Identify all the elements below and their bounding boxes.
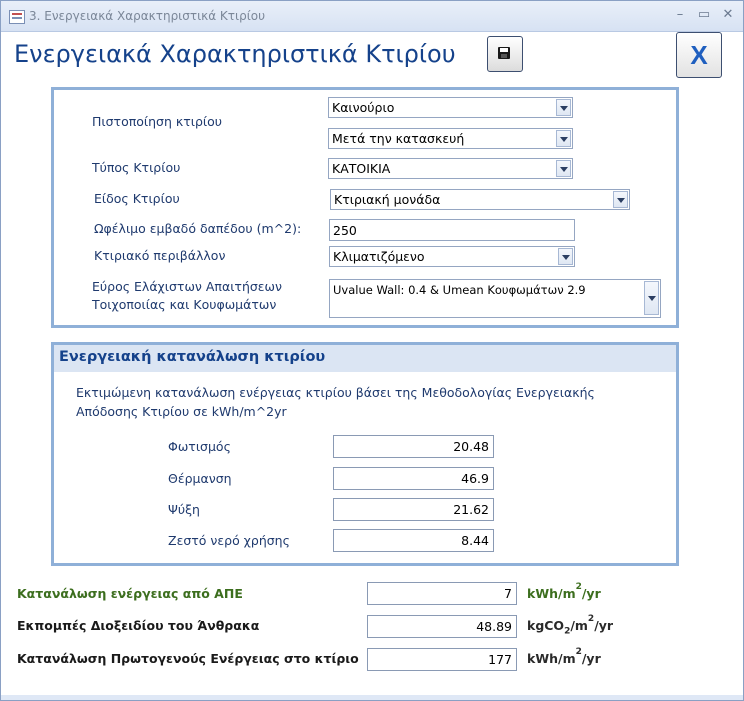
form-window: 3. Ενεργειακά Χαρακτηριστικά Κτιρίου – ▭…	[0, 0, 744, 701]
window-title: 3. Ενεργειακά Χαρακτηριστικά Κτιρίου	[29, 9, 266, 23]
restore-icon[interactable]: ▭	[693, 5, 715, 25]
cooling-label: Ψύξη	[168, 502, 200, 517]
building-info-section: Πιστοποίηση κτιρίου Καινούριο Μετά την κ…	[51, 87, 679, 328]
primary-energy-label: Κατανάλωση Πρωτογενούς Ενέργειας στο κτί…	[17, 651, 359, 666]
building-kind-combo[interactable]: Κτιριακή μονάδα	[330, 189, 630, 210]
chevron-down-icon[interactable]	[556, 130, 571, 147]
hot-water-value: 8.44	[461, 533, 489, 548]
form-body: Πιστοποίηση κτιρίου Καινούριο Μετά την κ…	[7, 78, 737, 695]
renewables-field[interactable]: 7	[367, 582, 517, 605]
chevron-down-icon[interactable]	[556, 160, 571, 177]
minimize-icon[interactable]: –	[669, 5, 691, 25]
form-icon	[9, 10, 25, 24]
save-button[interactable]	[487, 36, 523, 72]
chevron-down-icon[interactable]	[556, 99, 571, 116]
primary-energy-unit: kWh/m2/yr	[527, 647, 601, 666]
floor-area-label: Ωφέλιμο εμβαδό δαπέδου (m^2):	[94, 221, 302, 236]
floor-area-value: 250	[333, 223, 357, 238]
co2-field[interactable]: 48.89	[367, 615, 517, 638]
building-kind-value: Κτιριακή μονάδα	[334, 192, 441, 207]
form-header: Ενεργειακά Χαρακτηριστικά Κτιρίου X	[7, 32, 737, 78]
energy-consumption-section: Ενεργειακή κατανάλωση κτιρίου Εκτιμώμενη…	[51, 342, 679, 566]
page-title: Ενεργειακά Χαρακτηριστικά Κτιρίου	[14, 40, 456, 68]
certification-value-2: Μετά την κατασκευή	[332, 131, 465, 146]
floor-area-input[interactable]: 250	[329, 219, 575, 241]
certification-label: Πιστοποίηση κτιρίου	[92, 114, 223, 129]
heating-label: Θέρμανση	[168, 471, 232, 486]
certification-combo-2[interactable]: Μετά την κατασκευή	[328, 128, 573, 149]
heating-value: 46.9	[461, 471, 489, 486]
close-form-button[interactable]: X	[676, 32, 722, 78]
certification-value-1: Καινούριο	[332, 100, 395, 115]
building-kind-label: Είδος Κτιρίου	[94, 191, 180, 206]
building-type-value: ΚΑΤΟΙΚΙΑ	[332, 161, 391, 176]
environment-combo[interactable]: Κλιματιζόμενο	[329, 246, 575, 267]
requirements-value: Uvalue Wall: 0.4 & Umean Κουφωμάτων 2.9	[333, 283, 586, 297]
bottom-edge	[1, 695, 743, 700]
primary-energy-field[interactable]: 177	[367, 648, 517, 671]
renewables-label: Κατανάλωση ενέργειας από ΑΠΕ	[17, 586, 243, 601]
window-close-icon[interactable]: ✕	[717, 5, 739, 25]
section-header: Ενεργειακή κατανάλωση κτιρίου	[54, 345, 676, 372]
requirements-label-line1: Εύρος Ελάχιστων Απαιτήσεων	[92, 279, 283, 294]
building-type-combo[interactable]: ΚΑΤΟΙΚΙΑ	[328, 158, 573, 179]
lighting-field[interactable]: 20.48	[333, 435, 494, 458]
certification-combo-1[interactable]: Καινούριο	[328, 97, 573, 118]
renewables-unit: kWh/m2/yr	[527, 582, 601, 601]
consumption-description: Εκτιμώμενη κατανάλωση ενέργειας κτιρίου …	[76, 385, 595, 419]
lighting-label: Φωτισμός	[168, 439, 231, 454]
chevron-down-icon[interactable]	[613, 191, 628, 208]
heating-field[interactable]: 46.9	[333, 467, 494, 490]
chevron-down-icon[interactable]	[558, 248, 573, 265]
environment-label: Κτιριακό περιβάλλον	[94, 248, 226, 263]
requirements-label-line2: Τοιχοποιίας και Κουφωμάτων	[92, 297, 277, 312]
lighting-value: 20.48	[453, 439, 489, 454]
environment-value: Κλιματιζόμενο	[333, 249, 425, 264]
hot-water-label: Ζεστό νερό χρήσης	[168, 533, 290, 548]
title-bar: 3. Ενεργειακά Χαρακτηριστικά Κτιρίου – ▭…	[1, 1, 743, 32]
primary-energy-value: 177	[488, 652, 512, 667]
cooling-value: 21.62	[453, 502, 489, 517]
floppy-disk-icon	[498, 47, 510, 59]
chevron-down-icon[interactable]	[644, 281, 659, 315]
hot-water-field[interactable]: 8.44	[333, 529, 494, 552]
building-type-label: Τύπος Κτιρίου	[92, 160, 181, 175]
co2-label: Εκπομπές Διοξειδίου του Άνθρακα	[17, 618, 260, 633]
section-title: Ενεργειακή κατανάλωση κτιρίου	[59, 349, 326, 365]
renewables-value: 7	[504, 586, 512, 601]
co2-value: 48.89	[476, 619, 512, 634]
requirements-field[interactable]: Uvalue Wall: 0.4 & Umean Κουφωμάτων 2.9	[329, 279, 661, 318]
cooling-field[interactable]: 21.62	[333, 498, 494, 521]
co2-unit: kgCO2/m2/yr	[527, 614, 614, 637]
